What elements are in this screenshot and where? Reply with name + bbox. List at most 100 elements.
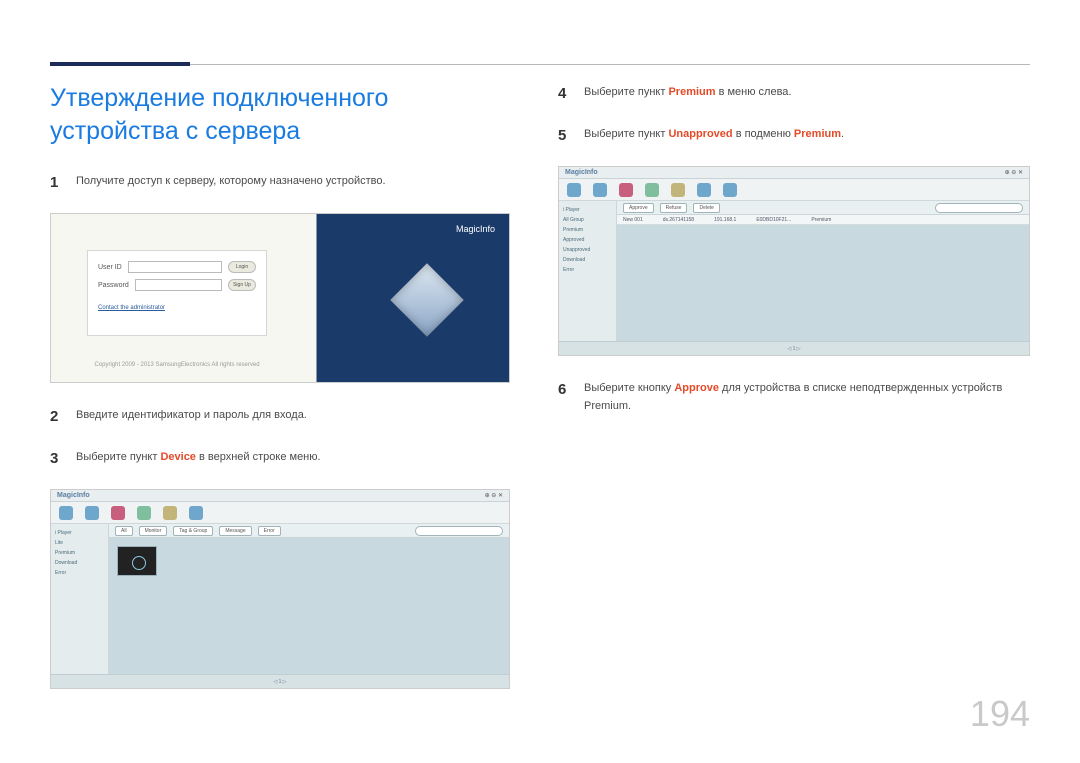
app-titlebar: MagicInfo ⊕ ⊖ ✕: [559, 167, 1029, 179]
toolbar-icon[interactable]: [85, 506, 99, 520]
device-row[interactable]: New 001 ds.267141158 191.168.1 E0DBD10F2…: [617, 215, 1029, 225]
row-name: New 001: [623, 217, 643, 223]
sidebar-item[interactable]: Approved: [563, 237, 612, 243]
sidebar-item[interactable]: Premium: [55, 550, 104, 556]
toolbar-icon-device[interactable]: [619, 183, 633, 197]
section-title: Утверждение подключенного устройства с с…: [50, 82, 510, 147]
step-number: 4: [558, 82, 570, 106]
toolbar-icon[interactable]: [697, 183, 711, 197]
toolbar-icon[interactable]: [567, 183, 581, 197]
row-model: Premium: [811, 217, 831, 223]
step-text: Выберите пункт Device в верхней строке м…: [76, 447, 510, 471]
step-5: 5 Выберите пункт Unapproved в подменю Pr…: [558, 124, 1030, 148]
step-text: Получите доступ к серверу, которому назн…: [76, 171, 510, 195]
sidebar-item[interactable]: i Player: [55, 530, 104, 536]
approve-button[interactable]: Approve: [623, 203, 654, 213]
login-copyright: Copyright 2009 - 2013 SamsungElectronics…: [87, 362, 267, 368]
sidebar-item[interactable]: Download: [563, 257, 612, 263]
page-columns: Утверждение подключенного устройства с с…: [50, 82, 1030, 711]
toolbar-icon[interactable]: [645, 183, 659, 197]
toolbar-icon[interactable]: [137, 506, 151, 520]
contact-admin-link[interactable]: Contact the administrator: [98, 305, 165, 311]
screenshot-unapproved-list: MagicInfo ⊕ ⊖ ✕ i Player All Group: [558, 166, 1030, 356]
step-4: 4 Выберите пункт Premium в меню слева.: [558, 82, 1030, 106]
login-hero-graphic: [371, 244, 481, 354]
row-mac: E0DBD10F21...: [756, 217, 791, 223]
top-rule: [50, 64, 1030, 65]
refuse-button[interactable]: Refuse: [660, 203, 688, 213]
step-number: 3: [50, 447, 62, 471]
signup-button[interactable]: Sign Up: [228, 279, 256, 291]
toolbar-icon[interactable]: [189, 506, 203, 520]
sidebar-item[interactable]: All Group: [563, 217, 612, 223]
toolbar-icon[interactable]: [59, 506, 73, 520]
toolbar-icon[interactable]: [723, 183, 737, 197]
app-sidebar: i Player Lite Premium Download Error: [51, 524, 109, 674]
step-number: 1: [50, 171, 62, 195]
sidebar-item-premium[interactable]: Premium: [563, 227, 612, 233]
segment-btn[interactable]: Monitor: [139, 526, 168, 536]
titlebar-icons: ⊕ ⊖ ✕: [1005, 169, 1023, 176]
step-number: 5: [558, 124, 570, 148]
row-ip: 191.168.1: [714, 217, 736, 223]
screenshot-device-menu: MagicInfo ⊕ ⊖ ✕ i Player Lite Premium: [50, 489, 510, 689]
toolbar-icon-device[interactable]: [111, 506, 125, 520]
row-group: ds.267141158: [663, 217, 694, 223]
app-toolbar: [559, 179, 1029, 201]
sidebar-item[interactable]: Download: [55, 560, 104, 566]
highlight-unapproved: Unapproved: [668, 128, 732, 140]
password-input[interactable]: [135, 279, 222, 291]
search-input[interactable]: [415, 526, 503, 536]
password-label: Password: [98, 282, 129, 289]
segment-btn[interactable]: Tag & Group: [173, 526, 213, 536]
app-titlebar: MagicInfo ⊕ ⊖ ✕: [51, 490, 509, 502]
toolbar-icon[interactable]: [671, 183, 685, 197]
step-text: Выберите кнопку Approve для устройства в…: [584, 378, 1030, 415]
step-text: Введите идентификатор и пароль для входа…: [76, 405, 510, 429]
step-number: 6: [558, 378, 570, 415]
step-number: 2: [50, 405, 62, 429]
delete-button[interactable]: Delete: [693, 203, 719, 213]
app-sidebar: i Player All Group Premium Approved Unap…: [559, 201, 617, 341]
sidebar-item[interactable]: Lite: [55, 540, 104, 546]
app-statusbar: ◁ 1 ▷: [51, 674, 509, 688]
step-6: 6 Выберите кнопку Approve для устройства…: [558, 378, 1030, 415]
page-number: 194: [970, 693, 1030, 735]
diamond-icon: [390, 263, 464, 337]
device-thumbnail[interactable]: [117, 546, 157, 576]
app-main: All Monitor Tag & Group Message Error: [109, 524, 509, 674]
highlight-premium-sub: Premium: [794, 128, 841, 140]
search-input[interactable]: [935, 203, 1023, 213]
app-statusbar: ◁ 1 ▷: [559, 341, 1029, 355]
left-column: Утверждение подключенного устройства с с…: [50, 82, 510, 711]
top-rule-accent: [50, 62, 190, 66]
segment-btn[interactable]: Message: [219, 526, 251, 536]
magicinfo-brand: MagicInfo: [456, 224, 495, 234]
userid-label: User ID: [98, 264, 122, 271]
login-form: User ID Login Password Sign Up Contact t…: [87, 250, 267, 336]
titlebar-icons: ⊕ ⊖ ✕: [485, 492, 503, 499]
toolbar-icon[interactable]: [163, 506, 177, 520]
app-main: Approve Refuse Delete New 001 ds.2671411…: [617, 201, 1029, 341]
segment-btn[interactable]: Error: [258, 526, 281, 536]
screenshot-login: User ID Login Password Sign Up Contact t…: [50, 213, 510, 383]
sidebar-item[interactable]: i Player: [563, 207, 612, 213]
step-text: Выберите пункт Unapproved в подменю Prem…: [584, 124, 1030, 148]
step-3: 3 Выберите пункт Device в верхней строке…: [50, 447, 510, 471]
segment-btn[interactable]: All: [115, 526, 133, 536]
sidebar-item-unapproved[interactable]: Unapproved: [563, 247, 612, 253]
step-text: Выберите пункт Premium в меню слева.: [584, 82, 1030, 106]
highlight-device: Device: [160, 451, 195, 463]
highlight-approve: Approve: [674, 382, 719, 394]
toolbar-icon[interactable]: [593, 183, 607, 197]
app-logo: MagicInfo: [565, 169, 598, 176]
app-toolbar: [51, 502, 509, 524]
highlight-premium: Premium: [668, 86, 715, 98]
app-logo: MagicInfo: [57, 492, 90, 499]
step-1: 1 Получите доступ к серверу, которому на…: [50, 171, 510, 195]
login-button[interactable]: Login: [228, 261, 256, 273]
sidebar-item[interactable]: Error: [55, 570, 104, 576]
userid-input[interactable]: [128, 261, 222, 273]
right-column: 4 Выберите пункт Premium в меню слева. 5…: [558, 82, 1030, 711]
sidebar-item[interactable]: Error: [563, 267, 612, 273]
